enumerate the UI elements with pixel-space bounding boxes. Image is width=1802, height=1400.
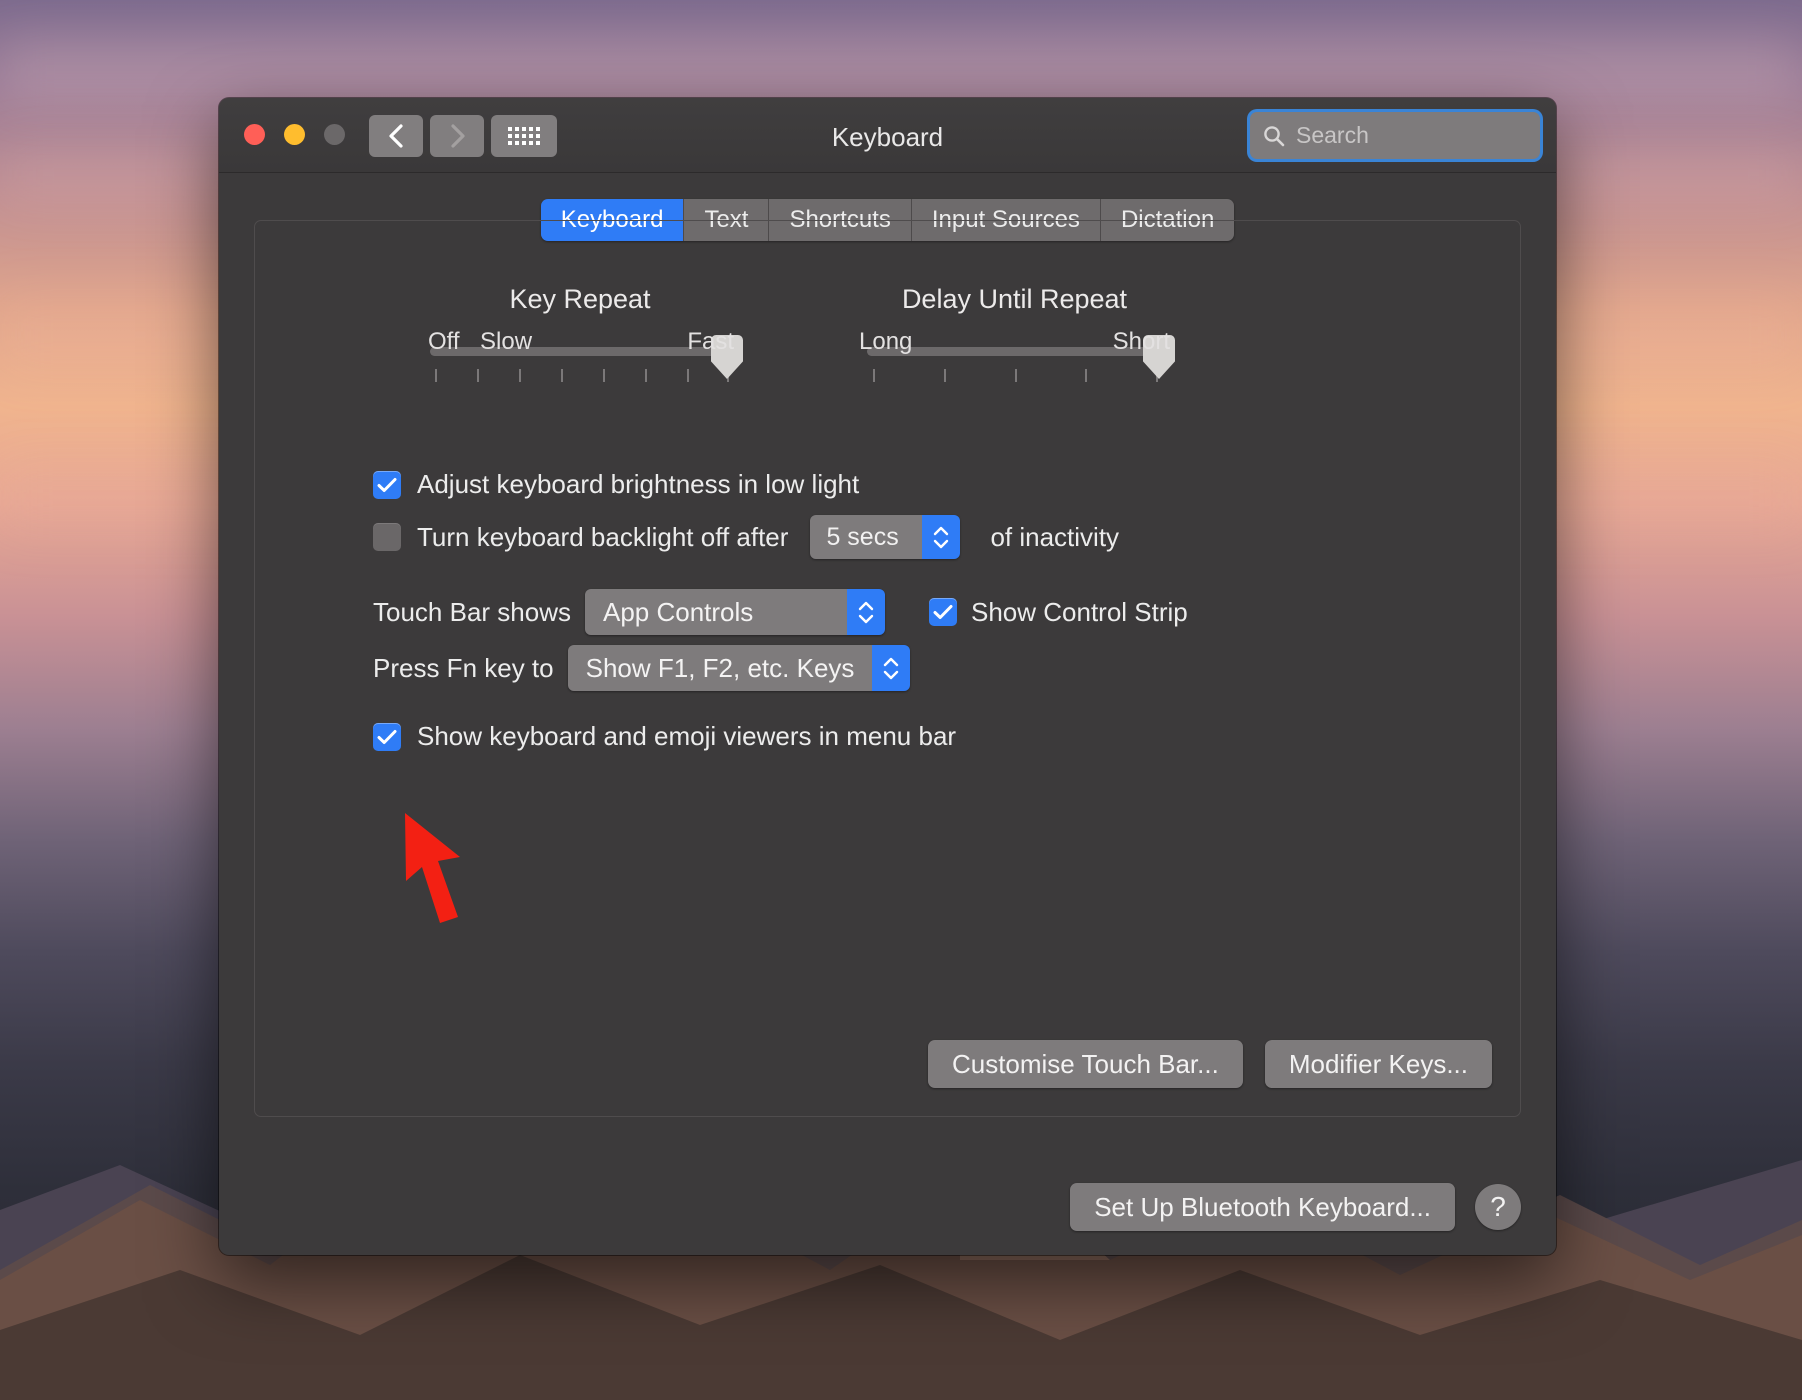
keyboard-settings-panel: Key Repeat Off Slow Fast Delay Until Rep…	[254, 220, 1521, 1117]
key-repeat-slider-block: Key Repeat Off Slow Fast	[428, 284, 743, 382]
checkmark-icon	[377, 477, 397, 492]
show-control-strip-checkbox[interactable]	[928, 598, 957, 626]
panel-button-group: Customise Touch Bar... Modifier Keys...	[927, 1040, 1492, 1088]
chevron-up-icon	[934, 526, 949, 535]
backlight-off-checkbox[interactable]	[373, 523, 401, 551]
chevron-up-icon	[884, 657, 899, 666]
window-footer: Set Up Bluetooth Keyboard... ?	[1070, 1183, 1521, 1231]
show-control-strip-row[interactable]: Show Control Strip	[928, 596, 1188, 628]
press-fn-key-row: Press Fn key to Show F1, F2, etc. Keys	[373, 645, 911, 691]
adjust-brightness-label: Adjust keyboard brightness in low light	[417, 469, 860, 499]
search-field[interactable]: Search	[1250, 112, 1540, 159]
stepper-arrows[interactable]	[922, 515, 961, 559]
press-fn-key-popup[interactable]: Show F1, F2, etc. Keys	[567, 645, 911, 691]
delay-label-long: Long	[859, 328, 913, 355]
chevron-down-icon	[884, 670, 899, 679]
show-keyboard-emoji-viewers-label: Show keyboard and emoji viewers in menu …	[417, 721, 957, 751]
backlight-off-row[interactable]: Turn keyboard backlight off after 5 secs…	[373, 515, 1119, 559]
customise-touch-bar-button[interactable]: Customise Touch Bar...	[927, 1040, 1243, 1088]
adjust-brightness-checkbox[interactable]	[373, 470, 401, 499]
touch-bar-shows-row: Touch Bar shows App Controls Show Contro…	[373, 589, 1188, 635]
press-fn-key-value: Show F1, F2, etc. Keys	[567, 645, 873, 691]
press-fn-key-label: Press Fn key to	[373, 652, 554, 683]
backlight-duration-value: 5 secs	[810, 515, 923, 559]
checkmark-icon	[933, 605, 953, 619]
backlight-off-label-after: of inactivity	[990, 521, 1120, 552]
slider-track	[430, 347, 730, 356]
show-keyboard-emoji-viewers-row[interactable]: Show keyboard and emoji viewers in menu …	[373, 721, 956, 752]
popup-arrows[interactable]	[846, 589, 885, 635]
modifier-keys-button[interactable]: Modifier Keys...	[1264, 1040, 1492, 1088]
cloud-band	[0, 40, 1802, 100]
set-up-bluetooth-keyboard-button[interactable]: Set Up Bluetooth Keyboard...	[1070, 1183, 1455, 1231]
search-icon	[1264, 125, 1285, 146]
slider-ticks	[430, 369, 730, 383]
show-keyboard-emoji-viewers-checkbox[interactable]	[373, 722, 401, 751]
backlight-off-label-before: Turn keyboard backlight off after	[417, 521, 789, 552]
chevron-down-icon	[934, 539, 949, 548]
show-control-strip-label: Show Control Strip	[970, 596, 1188, 627]
checkmark-icon	[377, 729, 397, 744]
slider-ticks	[867, 369, 1162, 383]
search-placeholder: Search	[1296, 122, 1369, 148]
delay-label-short: Short	[1112, 328, 1170, 355]
touch-bar-shows-label: Touch Bar shows	[373, 596, 571, 627]
touch-bar-shows-popup[interactable]: App Controls	[584, 589, 885, 635]
chevron-down-icon	[858, 614, 874, 623]
backlight-duration-stepper[interactable]: 5 secs	[810, 515, 961, 559]
adjust-brightness-row[interactable]: Adjust keyboard brightness in low light	[373, 469, 859, 500]
delay-until-repeat-slider-block: Delay Until Repeat Long Short	[859, 284, 1175, 382]
key-repeat-label-fast: Fast	[687, 328, 734, 355]
key-repeat-label-off: Off	[428, 328, 460, 355]
window-content: Keyboard Text Shortcuts Input Sources Di…	[219, 173, 1556, 1255]
window-titlebar: Keyboard Search	[219, 98, 1556, 173]
help-button[interactable]: ?	[1475, 1184, 1521, 1230]
key-repeat-slider[interactable]	[430, 335, 743, 382]
delay-until-repeat-title: Delay Until Repeat	[901, 284, 1128, 314]
touch-bar-shows-value: App Controls	[584, 589, 847, 635]
system-preferences-window: Keyboard Search Keyboard Text Shortcuts …	[219, 98, 1556, 1255]
key-repeat-label-slow: Slow	[480, 328, 533, 355]
popup-arrows[interactable]	[872, 645, 911, 691]
chevron-up-icon	[858, 601, 874, 610]
key-repeat-title: Key Repeat	[509, 284, 651, 314]
